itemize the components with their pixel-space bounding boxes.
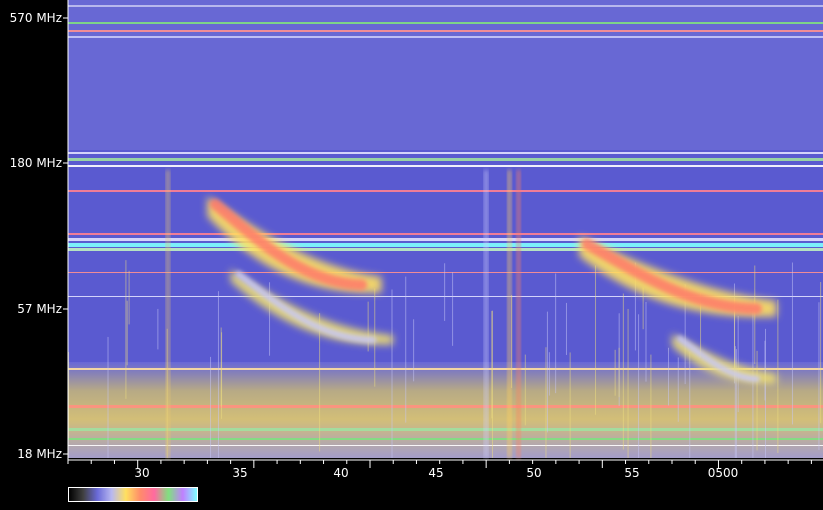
x-tick-label-30: 30 [134, 466, 150, 480]
interference-line [68, 428, 823, 431]
interference-line [68, 190, 823, 192]
noise-streak [622, 293, 624, 450]
noise-streak [627, 308, 629, 458]
noise-streak [491, 310, 493, 458]
noise-streak [569, 352, 571, 458]
noise-streak [737, 315, 739, 413]
x-tick-label-40: 40 [333, 466, 349, 480]
x-tick-label-55: 55 [624, 466, 640, 480]
noise-streak [548, 352, 550, 396]
noise-streak [777, 299, 779, 453]
noise-streak [668, 347, 670, 406]
noise-streak [546, 311, 548, 433]
noise-streak [689, 351, 691, 458]
x-tick-label-45: 45 [428, 466, 444, 480]
interference-line [68, 22, 823, 24]
noise-streak [820, 282, 822, 424]
interference-line [68, 405, 823, 408]
interference-line [68, 152, 823, 154]
interference-line [68, 30, 823, 32]
spectrogram-plot [63, 0, 823, 468]
y-tick-label-57: 57 MHz [17, 302, 62, 316]
x-tick-label-35: 35 [232, 466, 248, 480]
interference-line [68, 248, 823, 251]
y-tick-label-180: 180 MHz [9, 156, 62, 170]
y-tick-label-570: 570 MHz [9, 11, 62, 25]
noise-streak [756, 350, 758, 451]
noise-streak [405, 276, 407, 423]
interference-line [68, 445, 823, 446]
noise-streak [107, 336, 109, 458]
noise-streak [210, 356, 212, 458]
intensity-colorbar [68, 487, 198, 502]
noise-streak [555, 273, 557, 394]
noise-streak [791, 262, 793, 425]
noise-streak [764, 328, 766, 458]
noise-streak [157, 308, 159, 350]
noise-streak [126, 300, 128, 366]
noise-streak [650, 354, 652, 458]
noise-streak [413, 319, 415, 382]
noise-streak [128, 270, 130, 325]
radio-spectrogram: 570 MHz 180 MHz 57 MHz 18 MHz 30 35 40 4… [0, 0, 823, 506]
noise-streak [217, 291, 219, 458]
noise-streak [818, 302, 820, 451]
noise-streak [618, 347, 620, 398]
noise-streak [220, 327, 222, 407]
noise-streak [565, 302, 567, 355]
interference-line [68, 36, 823, 38]
noise-streak [595, 265, 597, 415]
noise-streak [524, 354, 526, 426]
noise-streak [444, 263, 446, 321]
noise-streak [638, 314, 640, 458]
noise-streak [645, 301, 647, 382]
noise-streak [125, 260, 127, 399]
interference-line [68, 158, 823, 161]
vertical-burst [165, 170, 170, 458]
interference-line [68, 243, 823, 247]
noise-streak [677, 357, 679, 422]
interference-line [68, 238, 823, 241]
noise-streak [614, 349, 616, 396]
x-tick-label-50: 50 [526, 466, 542, 480]
low-frequency-noise-band [68, 362, 823, 458]
interference-line [68, 233, 823, 235]
interference-line [68, 438, 823, 440]
noise-streak [452, 272, 454, 346]
vertical-burst [484, 170, 489, 458]
interference-line [68, 165, 823, 167]
noise-streak [545, 347, 547, 458]
interference-line [68, 5, 823, 7]
x-tick-label-0500: 0500 [707, 466, 739, 480]
vertical-burst [507, 170, 512, 458]
interference-line [68, 272, 823, 273]
y-tick-label-18: 18 MHz [17, 447, 62, 461]
noise-streak [391, 289, 393, 458]
vertical-burst [516, 170, 521, 458]
